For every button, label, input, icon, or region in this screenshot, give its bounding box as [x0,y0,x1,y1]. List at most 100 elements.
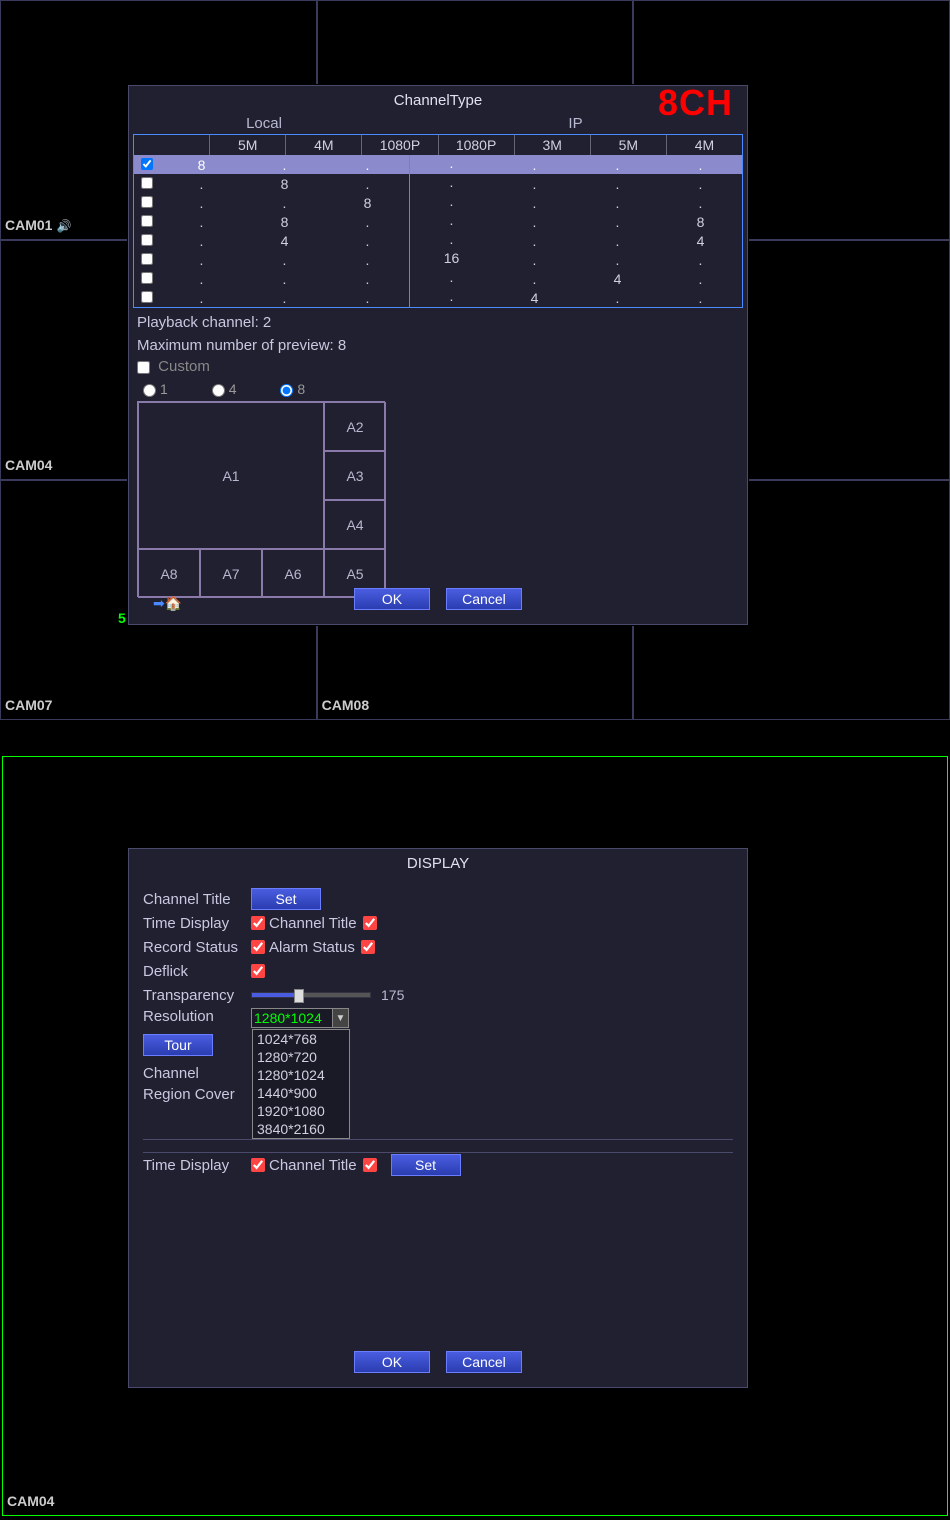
table-cell: . [326,214,409,230]
row-checkbox[interactable] [141,215,153,227]
channel-title2-checkbox[interactable] [363,1158,377,1172]
cancel-button-display[interactable]: Cancel [446,1351,522,1373]
col-4m-local: 4M [285,135,361,155]
table-row[interactable]: 8...... [134,155,742,174]
deflick-checkbox[interactable] [251,964,265,978]
col-1080p-local: 1080P [361,135,437,155]
tour-button[interactable]: Tour [143,1034,213,1056]
table-cell: . [160,233,243,249]
table-row[interactable]: ....4.. [134,288,742,307]
radio-1[interactable]: 1 [143,381,168,397]
transparency-label: Transparency [143,987,251,1004]
display-dialog: DISPLAY Channel Title Set Time Display C… [128,848,748,1388]
table-cell: . [659,195,742,211]
col-1080p-ip: 1080P [438,135,514,155]
cancel-button[interactable]: Cancel [446,588,522,610]
channel-title2-chk-label: Channel Title [269,1157,357,1174]
resolution-dropdown: 1024*7681280*7201280*10241440*9001920*10… [252,1029,350,1139]
table-cell: . [409,174,493,193]
table-cell: . [659,271,742,287]
table-cell: 8 [243,214,326,230]
table-row[interactable]: ..8.... [134,193,742,212]
resolution-select[interactable]: 1280*1024 ▼ 1024*7681280*7201280*1024144… [251,1008,349,1028]
playback-channel-text: Playback channel: 2 [129,308,747,331]
custom-checkbox[interactable] [137,361,150,374]
layout-radio-row: 1 4 8 [129,375,747,397]
table-cell: 4 [659,233,742,249]
resolution-option[interactable]: 1920*1080 [253,1102,349,1120]
cam-label-bottom: CAM04 [7,1493,54,1509]
table-cell: . [493,176,576,192]
table-cell: . [243,271,326,287]
table-header-row: 5M 4M 1080P 1080P 3M 5M 4M [134,135,742,155]
table-row[interactable]: .8..... [134,174,742,193]
table-row[interactable]: .....4. [134,269,742,288]
layout-cell-a1[interactable]: A1 [138,402,324,549]
table-cell: . [576,176,659,192]
resolution-option[interactable]: 1024*768 [253,1030,349,1048]
channeltype-dialog: ChannelType 8CH Local IP 5M 4M 1080P 108… [128,85,748,625]
max-preview-text: Maximum number of preview: 8 [129,331,747,354]
table-cell: . [409,231,493,250]
row-checkbox[interactable] [141,177,153,189]
time-display-checkbox[interactable] [251,916,265,930]
row-checkbox[interactable] [141,234,153,246]
group-local-header: Local [164,115,364,132]
layout-cell-a3[interactable]: A3 [324,451,386,500]
status-number: 5 [118,610,126,626]
row-checkbox[interactable] [141,196,153,208]
table-row[interactable]: .8....8 [134,212,742,231]
table-cell: . [659,157,742,173]
set-button-2[interactable]: Set [391,1154,461,1176]
display-title: DISPLAY [129,849,747,878]
record-status-checkbox[interactable] [251,940,265,954]
resolution-option[interactable]: 1440*900 [253,1084,349,1102]
table-cell: 8 [326,195,409,211]
resolution-option[interactable]: 1280*720 [253,1048,349,1066]
table-cell: 8 [160,157,243,173]
set-button[interactable]: Set [251,888,321,910]
time-display-label: Time Display [143,915,251,932]
row-checkbox[interactable] [141,158,153,170]
layout-cell-a2[interactable]: A2 [324,402,386,451]
alarm-status-checkbox[interactable] [361,940,375,954]
table-row[interactable]: ...16... [134,250,742,269]
table-cell: 4 [243,233,326,249]
row-checkbox[interactable] [141,272,153,284]
time-display2-checkbox[interactable] [251,1158,265,1172]
chevron-down-icon[interactable]: ▼ [332,1009,348,1027]
badge-8ch: 8CH [658,82,733,124]
channel-title-checkbox[interactable] [363,916,377,930]
radio-4[interactable]: 4 [212,381,237,397]
table-cell: . [576,195,659,211]
table-cell: . [409,212,493,231]
table-cell: . [243,290,326,306]
row-checkbox[interactable] [141,291,153,303]
resolution-option[interactable]: 1280*1024 [253,1066,349,1084]
row-checkbox[interactable] [141,253,153,265]
mic-icon: 🔊 [56,219,71,233]
time-display2-label: Time Display [143,1157,251,1174]
table-cell: . [493,252,576,268]
table-cell: 4 [493,290,576,306]
table-cell: . [493,195,576,211]
channel-title-chk-label: Channel Title [269,915,357,932]
table-cell: . [659,290,742,306]
col-5m-ip: 5M [590,135,666,155]
channeltype-table: 5M 4M 1080P 1080P 3M 5M 4M 8.......8....… [133,134,743,308]
ok-button[interactable]: OK [354,588,430,610]
layout-cell-a4[interactable]: A4 [324,500,386,549]
cam-label-07: CAM07 [5,697,52,713]
table-row[interactable]: .4....4 [134,231,742,250]
table-cell: . [160,176,243,192]
channel-section-label: Channel [143,1063,733,1084]
custom-label: Custom [158,358,210,375]
table-cell: . [576,157,659,173]
transparency-slider[interactable] [251,992,371,998]
cam-label-08: CAM08 [322,697,369,713]
ok-button-display[interactable]: OK [354,1351,430,1373]
record-status-label: Record Status [143,939,251,956]
table-cell: . [160,252,243,268]
resolution-option[interactable]: 3840*2160 [253,1120,349,1138]
radio-8[interactable]: 8 [280,381,305,397]
